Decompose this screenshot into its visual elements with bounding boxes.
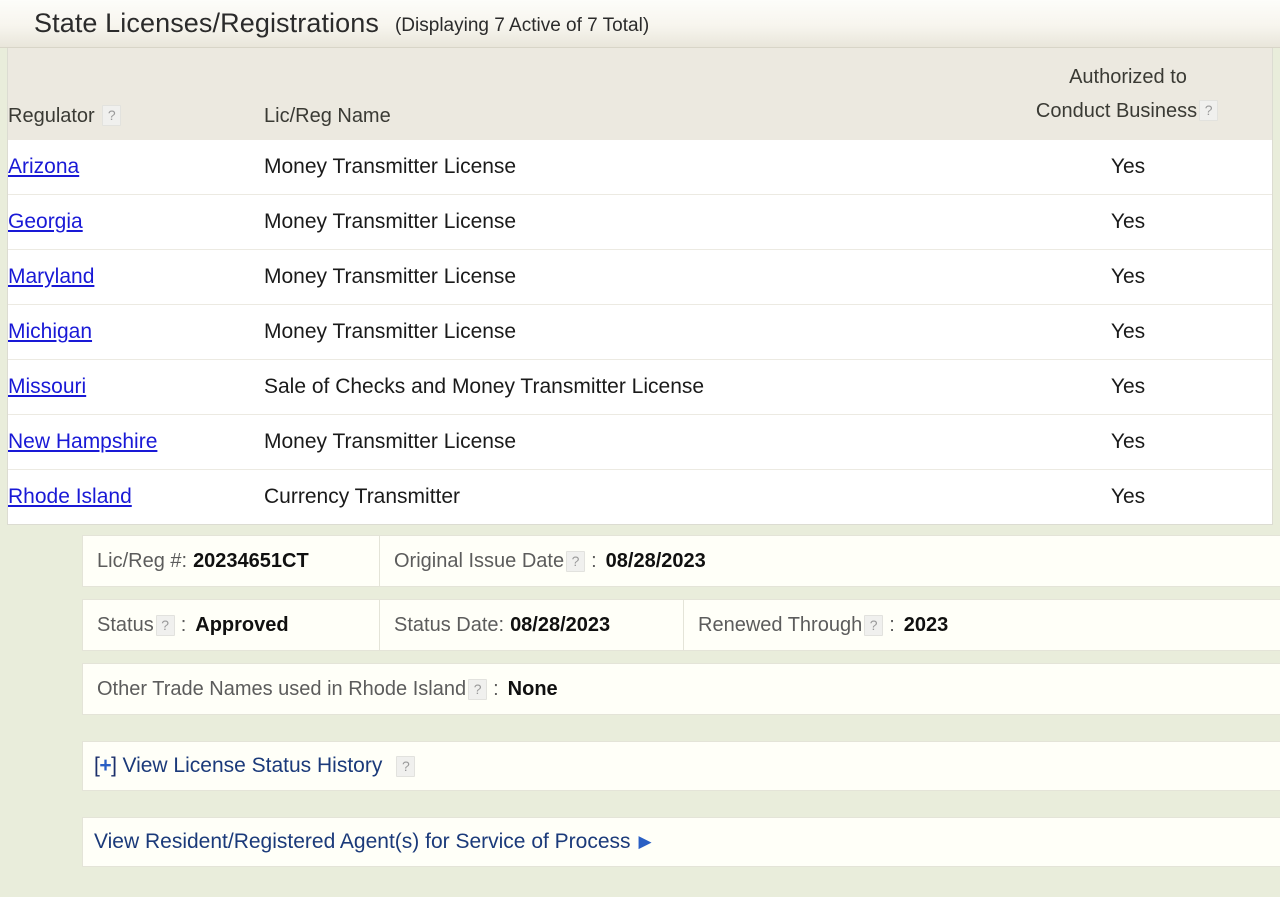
cell-authorized: Yes — [984, 249, 1272, 305]
column-header-authorized-line2: Conduct Business — [1035, 100, 1198, 122]
cell-lic-reg-name: Currency Transmitter — [264, 469, 984, 524]
license-detail-panel: Lic/Reg #: 20234651CT Original Issue Dat… — [0, 525, 1280, 867]
state-link-new-hampshire[interactable]: New Hampshire — [8, 430, 157, 453]
state-link-maryland[interactable]: Maryland — [8, 265, 94, 288]
cell-regulator: Missouri — [8, 359, 264, 415]
table-header: Regulator ? Lic/Reg Name Authorized to C… — [8, 48, 1272, 140]
table-row: Arizona Money Transmitter License Yes — [8, 140, 1272, 195]
state-link-arizona[interactable]: Arizona — [8, 155, 79, 178]
licenses-table-container: Regulator ? Lic/Reg Name Authorized to C… — [7, 48, 1273, 525]
help-icon[interactable]: ? — [102, 105, 122, 126]
detail-field-other-trade-names: Other Trade Names used in Rhode Island ?… — [83, 664, 572, 714]
other-trade-names-label: Other Trade Names used in Rhode Island — [97, 677, 467, 700]
detail-row-identification: Lic/Reg #: 20234651CT Original Issue Dat… — [82, 535, 1280, 587]
licenses-table: Regulator ? Lic/Reg Name Authorized to C… — [8, 48, 1272, 524]
column-header-regulator-label: Regulator — [8, 105, 95, 127]
detail-field-status: Status ? : Approved — [83, 600, 379, 650]
status-label: Status — [97, 613, 154, 636]
view-registered-agents-row[interactable]: View Resident/Registered Agent(s) for Se… — [82, 817, 1280, 867]
original-issue-date-label: Original Issue Date — [394, 549, 565, 572]
column-header-regulator: Regulator ? — [8, 48, 264, 140]
cell-lic-reg-name: Money Transmitter License — [264, 304, 984, 360]
expand-plus-icon[interactable]: [+] — [94, 754, 117, 778]
cell-authorized: Yes — [984, 414, 1272, 470]
state-link-rhode-island[interactable]: Rhode Island — [8, 485, 132, 508]
cell-authorized: Yes — [984, 469, 1272, 524]
column-header-lic-reg-name: Lic/Reg Name — [264, 48, 984, 140]
cell-regulator: New Hampshire — [8, 414, 264, 470]
status-date-label: Status Date: — [394, 613, 505, 636]
column-header-authorized-line2-wrap: Conduct Business? — [984, 94, 1272, 128]
detail-row-other-trade-names: Other Trade Names used in Rhode Island ?… — [82, 663, 1280, 715]
view-license-status-history-row[interactable]: [+] View License Status History ? — [82, 741, 1280, 791]
column-header-authorized: Authorized to Conduct Business? — [984, 48, 1272, 140]
help-icon[interactable]: ? — [155, 614, 175, 636]
cell-authorized: Yes — [984, 194, 1272, 250]
state-link-georgia[interactable]: Georgia — [8, 210, 83, 233]
cell-lic-reg-name: Money Transmitter License — [264, 140, 984, 195]
state-link-missouri[interactable]: Missouri — [8, 375, 86, 398]
cell-regulator: Arizona — [8, 140, 264, 195]
detail-field-renewed-through: Renewed Through ? : 2023 — [683, 600, 962, 650]
detail-row-status: Status ? : Approved Status Date: 08/28/2… — [82, 599, 1280, 651]
table-header-row: Regulator ? Lic/Reg Name Authorized to C… — [8, 48, 1272, 140]
renewed-through-value: 2023 — [903, 613, 949, 636]
help-icon[interactable]: ? — [864, 614, 884, 636]
renewed-through-label: Renewed Through — [698, 613, 863, 636]
table-row: Missouri Sale of Checks and Money Transm… — [8, 359, 1272, 415]
table-body: Arizona Money Transmitter License Yes Ge… — [8, 140, 1272, 524]
plus-glyph: + — [99, 754, 112, 777]
table-row: Rhode Island Currency Transmitter Yes — [8, 469, 1272, 524]
original-issue-date-value: 08/28/2023 — [605, 549, 706, 572]
cell-regulator: Michigan — [8, 304, 264, 360]
column-header-authorized-line1: Authorized to — [1069, 66, 1187, 88]
colon-separator: : — [180, 613, 187, 636]
cell-lic-reg-name: Money Transmitter License — [264, 414, 984, 470]
help-icon[interactable]: ? — [396, 755, 416, 777]
lic-reg-number-label: Lic/Reg #: — [97, 549, 188, 572]
table-row: Georgia Money Transmitter License Yes — [8, 194, 1272, 250]
colon-separator: : — [889, 613, 895, 636]
detail-field-original-issue-date: Original Issue Date ? : 08/28/2023 — [379, 536, 720, 586]
help-icon[interactable]: ? — [566, 550, 586, 572]
cell-authorized: Yes — [984, 304, 1272, 360]
detail-spacer — [82, 803, 1280, 817]
view-registered-agents-link[interactable]: View Resident/Registered Agent(s) for Se… — [94, 830, 631, 854]
lic-reg-number-value: 20234651CT — [193, 549, 309, 572]
status-value: Approved — [195, 613, 289, 636]
bracket-close: ] — [111, 754, 117, 777]
cell-regulator: Rhode Island — [8, 469, 264, 524]
detail-field-status-date: Status Date: 08/28/2023 — [379, 600, 683, 650]
record-count-text: (Displaying 7 Active of 7 Total) — [394, 15, 650, 36]
cell-lic-reg-name: Money Transmitter License — [264, 194, 984, 250]
detail-field-lic-reg-number: Lic/Reg #: 20234651CT — [83, 536, 379, 586]
view-license-status-history-link[interactable]: View License Status History — [122, 754, 382, 778]
cell-lic-reg-name: Money Transmitter License — [264, 249, 984, 305]
other-trade-names-value: None — [507, 677, 558, 700]
status-date-value: 08/28/2023 — [510, 613, 611, 636]
state-link-michigan[interactable]: Michigan — [8, 320, 92, 343]
cell-authorized: Yes — [984, 140, 1272, 195]
page-title: State Licenses/Registrations — [34, 8, 379, 38]
cell-regulator: Georgia — [8, 194, 264, 250]
help-icon[interactable]: ? — [1199, 100, 1219, 121]
column-header-lic-reg-name-label: Lic/Reg Name — [264, 105, 391, 127]
help-icon[interactable]: ? — [468, 678, 488, 700]
table-row: New Hampshire Money Transmitter License … — [8, 414, 1272, 470]
page-title-bar: State Licenses/Registrations (Displaying… — [0, 0, 1280, 48]
cell-regulator: Maryland — [8, 249, 264, 305]
triangle-right-icon[interactable]: ▶ — [639, 832, 652, 852]
colon-separator: : — [493, 677, 499, 700]
colon-separator: : — [591, 549, 597, 572]
table-row: Michigan Money Transmitter License Yes — [8, 304, 1272, 360]
detail-spacer — [82, 727, 1280, 741]
cell-authorized: Yes — [984, 359, 1272, 415]
cell-lic-reg-name: Sale of Checks and Money Transmitter Lic… — [264, 359, 984, 415]
table-row: Maryland Money Transmitter License Yes — [8, 249, 1272, 305]
